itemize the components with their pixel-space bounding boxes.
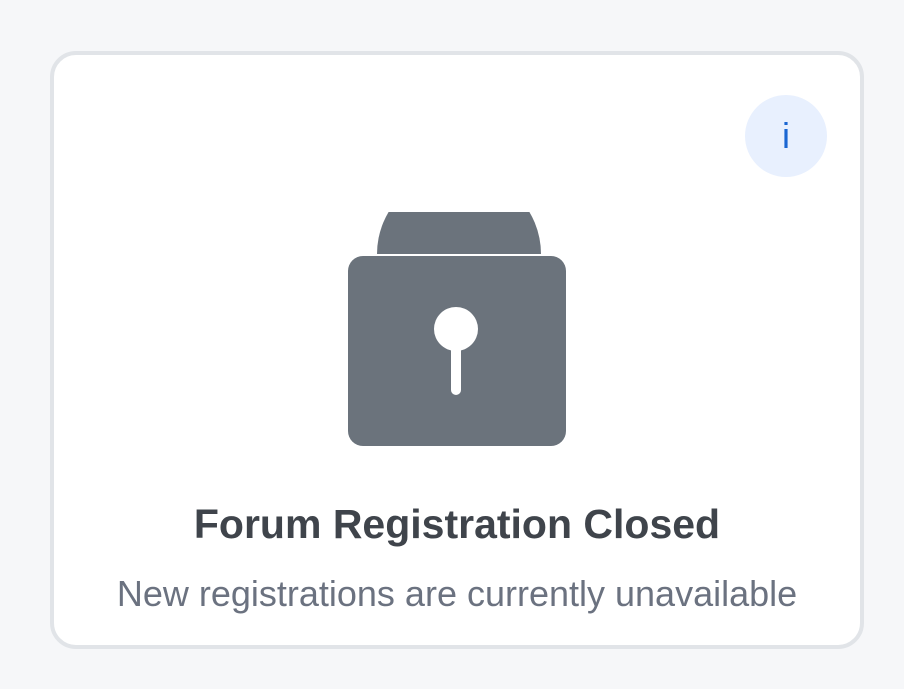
card-title: Forum Registration Closed [193, 501, 721, 547]
lock-icon [348, 212, 570, 448]
registration-closed-card: i Forum Registration Closed New registra… [50, 51, 864, 649]
info-button[interactable]: i [745, 95, 827, 177]
info-icon: i [782, 115, 790, 156]
card-subtitle: New registrations are currently unavaila… [116, 573, 798, 614]
